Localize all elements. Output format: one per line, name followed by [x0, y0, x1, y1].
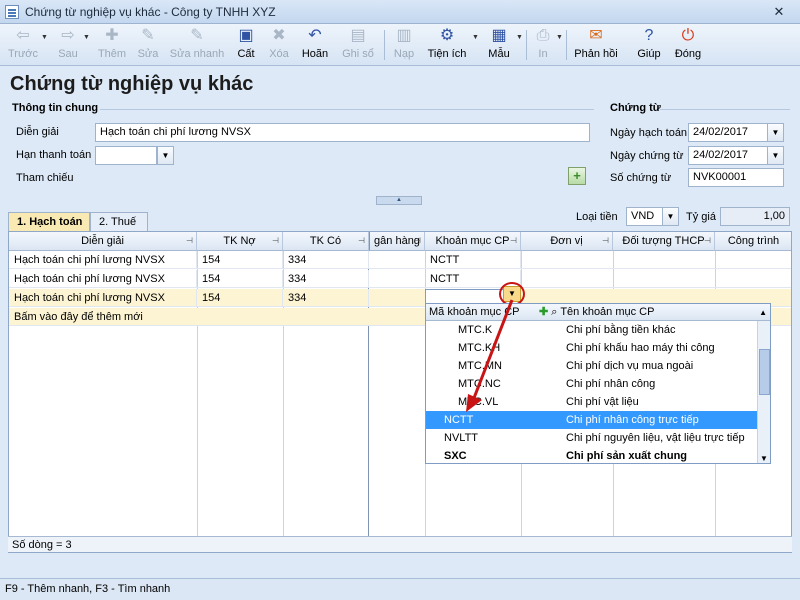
annotation-arrow	[466, 299, 514, 412]
status-bar: F9 - Thêm nhanh, F3 - Tìm nhanh	[0, 578, 800, 600]
